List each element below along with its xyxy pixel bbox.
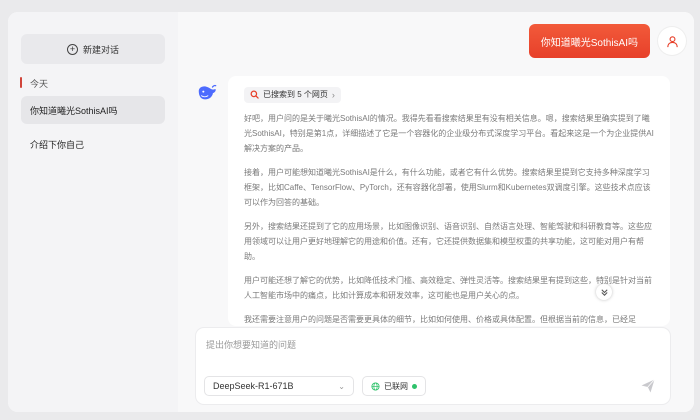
history-item-label: 你知道曦光SothisAI吗	[30, 105, 118, 116]
answer-paragraph: 好吧，用户问的是关于曦光SothisAI的情况。我得先看看搜索结果里有没有相关信…	[244, 114, 654, 153]
bot-avatar	[196, 82, 218, 104]
answer-paragraph: 接着，用户可能想知道曦光SothisAI是什么，有什么功能，或者它有什么优势。搜…	[244, 168, 651, 207]
history-item-sothisai[interactable]: 你知道曦光SothisAI吗	[21, 96, 165, 124]
answer-paragraph: 用户可能还想了解它的优势，比如降低技术门槛、高效稳定、弹性灵活等。搜索结果里有提…	[244, 276, 652, 300]
search-results-chip[interactable]: 已搜索到 5 个网页 ›	[244, 86, 341, 103]
app-window: + 新建对话 今天 你知道曦光SothisAI吗 介绍下你自己 你知道曦光Sot…	[8, 12, 694, 412]
chevron-right-icon: ›	[331, 89, 335, 100]
question-input[interactable]	[206, 340, 646, 350]
double-chevron-down-icon	[600, 288, 608, 296]
answer-paragraph: 我还需要注意用户的问题是否需要更具体的细节，比如如何使用、价格或具体配置。但根据…	[244, 315, 636, 324]
history-item-label: 介绍下你自己	[30, 139, 85, 150]
web-search-toggle[interactable]: 已联网	[362, 376, 426, 396]
user-icon	[666, 35, 678, 47]
user-avatar[interactable]	[658, 27, 686, 55]
web-search-label: 已联网	[384, 381, 408, 391]
send-button[interactable]	[640, 378, 656, 394]
answer-paragraph: 另外，搜索结果还提到了它的应用场景，比如图像识别、语音识别、自然语言处理、智能驾…	[244, 222, 652, 261]
new-chat-label: 新建对话	[82, 44, 119, 55]
search-results-label: 已搜索到 5 个网页	[263, 90, 328, 99]
whale-logo-icon	[198, 84, 217, 100]
chevron-down-icon: ⌄	[338, 381, 345, 391]
user-message-row: 你知道曦光SothisAI吗	[528, 24, 686, 58]
globe-icon	[371, 381, 380, 391]
history-item-intro[interactable]: 介绍下你自己	[21, 130, 165, 158]
sidebar: + 新建对话 今天 你知道曦光SothisAI吗 介绍下你自己	[8, 12, 178, 412]
plus-icon: +	[66, 43, 78, 55]
send-icon	[641, 379, 655, 393]
online-status-dot	[412, 383, 417, 389]
model-select-label: DeepSeek-R1-671B	[213, 381, 294, 391]
model-select[interactable]: DeepSeek-R1-671B ⌄	[204, 376, 354, 396]
composer: DeepSeek-R1-671B ⌄ 已联网	[196, 328, 670, 404]
new-chat-button[interactable]: + 新建对话	[21, 34, 165, 64]
scroll-down-button[interactable]	[596, 284, 612, 300]
user-message-bubble: 你知道曦光SothisAI吗	[528, 24, 650, 58]
search-logo-icon	[250, 90, 259, 99]
chat-area: 你知道曦光SothisAI吗 已搜索到 5 个网页 › 好吧，用户问的是关于曦光…	[178, 12, 694, 412]
history-section-label: 今天	[20, 77, 165, 90]
